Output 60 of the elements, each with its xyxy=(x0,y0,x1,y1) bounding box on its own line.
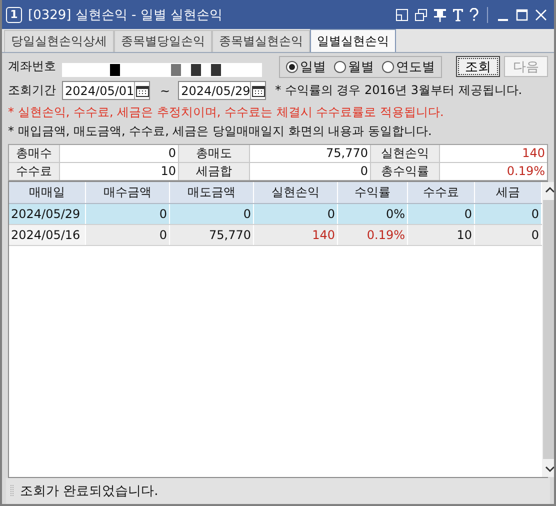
table-cell: 0 xyxy=(86,225,170,245)
table-cell: 75,770 xyxy=(170,225,254,245)
layout-icon[interactable] xyxy=(395,8,409,22)
table-cell: 0 xyxy=(408,204,475,224)
summary-value: 0.19% xyxy=(506,163,546,180)
tab[interactable]: 일별실현손익 xyxy=(310,29,396,52)
scrollbar[interactable] xyxy=(542,182,554,477)
maximize-icon[interactable] xyxy=(515,8,529,22)
column-header[interactable]: 실현손익 xyxy=(254,182,338,203)
column-header[interactable]: 매매일 xyxy=(9,182,86,203)
column-header[interactable]: 수수료 xyxy=(408,182,475,203)
scroll-thumb[interactable] xyxy=(543,200,554,459)
pin-icon[interactable] xyxy=(433,8,447,22)
summary-label: 총매도 xyxy=(179,145,250,162)
tab[interactable]: 종목별당일손익 xyxy=(114,30,212,52)
period-radio[interactable]: 일별 xyxy=(286,58,326,76)
tab[interactable]: 종목별실현손익 xyxy=(212,30,310,52)
period-label: 조회기간 xyxy=(8,82,57,99)
note-text: * 수익률의 경우 2016년 3월부터 제공됩니다. xyxy=(275,82,522,99)
table-cell: 2024/05/29 xyxy=(9,204,86,224)
table-cell: 2024/05/16 xyxy=(9,225,86,245)
summary-label: 실현손익 xyxy=(371,145,440,162)
calendar-icon[interactable] xyxy=(252,84,265,96)
date-field[interactable]: 2024/05/29 xyxy=(178,81,266,100)
notice-text: * 실현손익, 수수료, 세금은 추정치이며, 수수료는 체결시 수수료률로 적용됩니다. xyxy=(8,104,445,121)
table-row[interactable]: 2024/05/16 0 75,770 140 0.19% 10 0 xyxy=(9,225,542,246)
grip-icon xyxy=(10,484,14,498)
column-header[interactable]: 매도금액 xyxy=(170,182,254,203)
range-separator: ~ xyxy=(160,84,170,98)
status-text: 조회가 완료되었습니다. xyxy=(20,483,158,500)
account-number-field[interactable] xyxy=(62,62,262,76)
table-cell: 140 xyxy=(254,225,338,245)
table-row[interactable]: 2024/05/29 0 0 0 0% 0 0 xyxy=(9,204,542,225)
table-cell: 0 xyxy=(170,204,254,224)
calendar-icon[interactable] xyxy=(136,84,149,96)
column-header[interactable]: 매수금액 xyxy=(86,182,170,203)
table-cell: 0% xyxy=(338,204,408,224)
summary-value: 140 xyxy=(521,145,546,162)
summary-label: 세금합 xyxy=(179,163,250,180)
table-cell: 0.19% xyxy=(338,225,408,245)
tab[interactable]: 당일실현손익상세 xyxy=(4,30,114,52)
close-icon[interactable] xyxy=(534,8,548,22)
help-icon[interactable] xyxy=(469,8,479,22)
table-cell: 10 xyxy=(408,225,475,245)
window-number-badge: 1 xyxy=(6,6,22,22)
period-radio[interactable]: 연도별 xyxy=(382,58,435,76)
period-radio[interactable]: 월별 xyxy=(334,58,374,76)
table-cell: 0 xyxy=(86,204,170,224)
windows-icon[interactable] xyxy=(414,8,428,22)
account-label: 계좌번호 xyxy=(8,58,57,75)
summary-label: 총매수 xyxy=(9,145,60,162)
column-header[interactable]: 수익률 xyxy=(338,182,408,203)
summary-label: 수수료 xyxy=(9,163,60,180)
date-field[interactable]: 2024/05/01 xyxy=(62,81,150,100)
font-icon[interactable] xyxy=(452,8,464,22)
notice-text: * 매입금액, 매도금액, 수수료, 세금은 당일매매일지 화면의 내용과 동일합니다. xyxy=(8,123,433,140)
query-button[interactable]: 조회 xyxy=(456,56,500,77)
summary-label: 총수익률 xyxy=(371,163,440,180)
table-cell: 0 xyxy=(254,204,338,224)
window-title: [0329] 실현손익 - 일별 실현손익 xyxy=(28,6,222,24)
